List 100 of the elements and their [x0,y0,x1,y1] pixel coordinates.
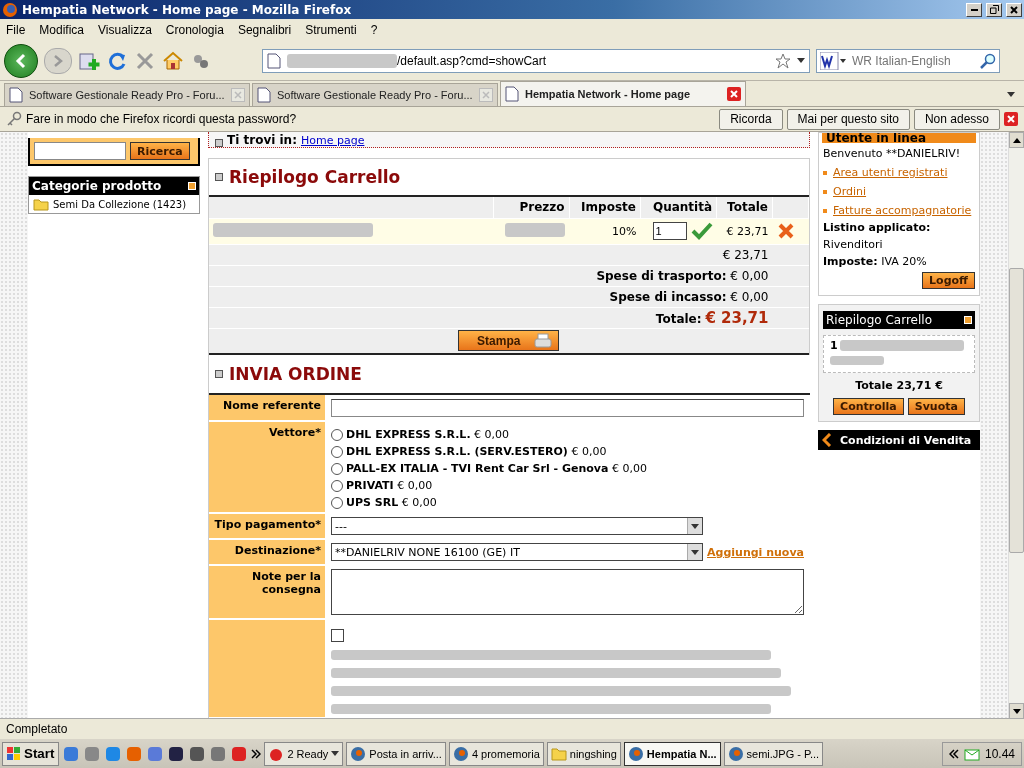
notification-button[interactable]: Non adesso [913,108,1000,130]
menu-item[interactable]: Strumenti [305,23,357,37]
scrollbar[interactable] [1008,132,1024,718]
notification-button[interactable]: Ricorda [719,108,783,130]
address-field[interactable]: /default.asp?cmd=showCart [262,48,810,73]
browser-tab[interactable]: Hempatia Network - Home page [500,81,746,106]
radio-button[interactable] [331,462,343,475]
menu-item[interactable]: ? [370,23,378,37]
column-header: Imposte [569,197,641,218]
start-button[interactable]: Start [2,741,60,766]
url-text: /default.asp?cmd=showCart [397,53,547,68]
restore-button[interactable] [986,2,1002,17]
taxes-text: Imposte: IVA 20% [823,255,928,268]
menu-item[interactable]: Modifica [39,23,85,37]
menu-item[interactable]: Visualizza [98,23,152,37]
radio-button[interactable] [331,496,343,509]
quantity-field[interactable]: 1 [652,222,687,240]
destination-select[interactable]: **DANIELRIV NONE 16100 (GE) IT [331,543,703,561]
bullet-icon [823,170,827,175]
taskbar-button[interactable]: ningshing [546,741,621,766]
page-icon [505,86,519,102]
folder-icon [550,745,567,762]
search-button[interactable]: Ricerca [130,142,190,160]
checkbox[interactable] [331,629,344,642]
conditions-link[interactable]: Condizioni di Vendita [818,430,980,450]
scroll-down-icon[interactable] [1012,708,1021,714]
name-field[interactable] [331,399,804,417]
printer-icon [534,332,553,349]
menu-item[interactable]: File [6,23,26,37]
column-header: Quantità [640,197,717,218]
price-list-label: Listino applicato: [823,221,932,234]
close-button[interactable] [1006,2,1022,17]
checkmark-icon[interactable] [690,222,713,240]
delete-icon[interactable] [776,222,795,240]
back-button[interactable] [4,43,38,78]
column-header: Prezzo [493,197,570,218]
minimize-icon [970,8,978,11]
window-title: Hempatia Network - Home page - Mozilla Firefox [22,2,353,17]
quick-launch-icon[interactable] [167,744,186,763]
category-link[interactable]: Semi Da Collezione (1423) [53,198,187,210]
search-engine-icon[interactable] [820,51,846,70]
taskbar-button[interactable]: 4 promemoria [448,741,544,766]
taskbar-button[interactable]: semi.JPG - P... [723,741,824,766]
cart-button[interactable]: Controlla [833,398,904,415]
radio-button[interactable] [331,428,343,441]
bullet-icon [823,189,827,194]
status-text: Completato [6,722,68,736]
taskbar-button[interactable]: Posta in arriv... [346,741,446,766]
scroll-up-icon[interactable] [1012,137,1021,143]
carrier-label: PALL-EX ITALIA - TVI Rent Car Srl - Genova € 0,00 [346,462,647,475]
user-link[interactable]: Fatture accompagnatorie [833,204,972,217]
key-icon [6,111,22,127]
minimize-button[interactable] [966,2,982,17]
dropdown-icon [1007,92,1015,98]
search-icon[interactable] [980,52,996,69]
search-input[interactable] [34,142,126,160]
radio-button[interactable] [331,445,343,458]
menu-item[interactable]: Segnalibri [237,23,292,37]
user-link[interactable]: Area utenti registrati [833,166,948,179]
windows-logo-icon [7,746,21,761]
bullet-icon [823,208,827,213]
restore-icon [989,5,999,14]
overflow-chevron-icon[interactable] [251,748,262,759]
breadcrumb-link[interactable]: Home page [300,134,365,147]
print-button[interactable]: Stampa [458,330,560,352]
cart-button[interactable]: Svuota [907,398,965,415]
taskbar-button[interactable]: Hempatia N... [623,741,721,766]
greeting-text: Benvenuto **DANIELRIV! [823,147,962,160]
page-icon [267,52,281,69]
item-quantity: 1 [830,339,838,352]
quick-launch-icon[interactable] [188,744,207,763]
field-label: Nome referente [209,395,325,421]
notification-text: Fare in modo che Firefox ricordi questa password? [26,112,298,126]
logoff-button[interactable]: Logoff [922,272,975,289]
user-link[interactable]: Ordini [833,185,867,198]
notes-field[interactable] [331,569,804,615]
browser-tab[interactable]: Software Gestionale Ready Pro - Foru... [252,83,498,106]
tray-expand-icon[interactable] [948,748,959,759]
taskbar-button[interactable]: 2 Ready [264,741,344,766]
panel-title: Utente in linea [822,133,976,143]
tab-close-icon[interactable] [727,87,741,101]
star-icon[interactable] [775,52,791,69]
notification-button[interactable]: Mai per questo sito [786,108,910,130]
browser-tab[interactable]: Software Gestionale Ready Pro - Foru... [4,83,250,106]
radio-button[interactable] [331,479,343,492]
field-label: Destinazione* [209,539,325,565]
search-bar[interactable]: WR Italian-English [816,48,1000,73]
close-icon[interactable] [1004,112,1018,126]
scroll-thumb[interactable] [1009,268,1024,553]
section-title: INVIA ORDINE [229,364,362,384]
blurred-text [505,222,566,237]
panel-title: Categorie prodotto [32,179,162,193]
panel-title: Riepilogo Carrello [826,313,932,327]
app-icon [350,745,367,762]
dropdown-icon[interactable] [797,57,805,64]
menu-item[interactable]: Cronologia [165,23,224,37]
add-link[interactable]: Aggiungi nuova [707,545,804,559]
carrier-label: DHL EXPRESS S.R.L. (SERV.ESTERO) € 0,00 [346,445,607,458]
home-icon[interactable] [162,49,184,72]
payment-select[interactable]: --- [331,517,703,535]
